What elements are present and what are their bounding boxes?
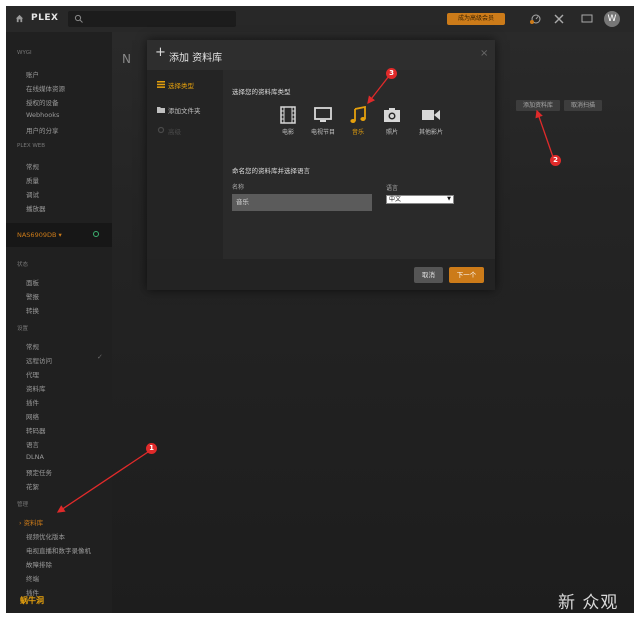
top-bar: PLEX 成为高级会员 W — [6, 6, 634, 32]
sidebar-section-title: PLEX WEB — [17, 143, 46, 149]
add-library-dialog: + 添加 资料库 × 选择类型 添加文件夹 高级 选择您的资料库类型 电影 电视… — [147, 40, 495, 290]
settings-sidebar: WYGI 账户 在线媒体资源 授权的设备 Webhooks 用户的分享 PLEX… — [6, 32, 112, 613]
dialog-body: 选择您的资料库类型 电影 电视节目 音乐 照片 其他影片 命名您的资料库并选择语… — [223, 70, 495, 259]
sidebar-item[interactable]: 终端 — [26, 573, 39, 583]
camera-icon — [384, 108, 400, 122]
server-selector[interactable]: NAS6909DB ▾ — [6, 223, 112, 247]
sidebar-item[interactable]: 网络 — [26, 411, 39, 421]
sidebar-item[interactable]: 转码器 — [26, 425, 46, 435]
type-label: 电影 — [281, 129, 294, 136]
tv-icon — [314, 107, 332, 122]
type-section-title: 选择您的资料库类型 — [232, 88, 291, 96]
check-icon: ✓ — [97, 353, 103, 361]
dialog-steps: 选择类型 添加文件夹 高级 — [147, 70, 223, 259]
sidebar-item[interactable]: 视频优化版本 — [26, 531, 65, 541]
sidebar-item[interactable]: 播放器 — [26, 203, 46, 213]
sidebar-item[interactable]: Webhooks — [26, 111, 59, 119]
step-label: 选择类型 — [168, 82, 194, 90]
library-name-input[interactable]: 音乐 — [232, 194, 372, 211]
annotation-badge: 2 — [550, 155, 561, 166]
sidebar-item[interactable]: 授权的设备 — [26, 97, 59, 107]
sidebar-item[interactable]: DLNA — [26, 453, 44, 461]
sidebar-item[interactable]: 账户 — [26, 69, 39, 79]
cast-icon[interactable] — [580, 12, 594, 26]
sidebar-item[interactable]: 资料库 — [26, 383, 46, 393]
sidebar-item[interactable]: 常规 — [26, 161, 39, 171]
language-select[interactable]: 中文 ▼ — [386, 195, 454, 204]
activity-icon[interactable] — [528, 12, 542, 26]
step-label: 高级 — [168, 128, 181, 136]
folder-icon — [157, 107, 165, 113]
music-icon — [350, 106, 366, 123]
add-library-button[interactable]: 添加资料库 — [516, 100, 560, 111]
language-label: 语言 — [386, 185, 399, 192]
cancel-button[interactable]: 取消 — [414, 267, 443, 283]
name-label: 名称 — [232, 184, 245, 191]
premium-button[interactable]: 成为高级会员 — [447, 13, 505, 25]
dialog-title: 添加 资料库 — [169, 53, 223, 64]
server-status-icon — [93, 231, 99, 237]
sidebar-item[interactable]: 转换 — [26, 305, 39, 315]
name-section-title: 命名您的资料库并选择语言 — [232, 167, 310, 175]
page-title: N — [122, 52, 131, 66]
sidebar-section-title: 管理 — [17, 502, 29, 508]
home-icon[interactable] — [15, 14, 24, 23]
step-advanced: 高级 — [157, 126, 181, 136]
sidebar-item[interactable]: 预定任务 — [26, 467, 52, 477]
annotation-badge: 1 — [146, 443, 157, 454]
film-icon — [280, 106, 296, 124]
type-label: 其他影片 — [418, 129, 443, 136]
step-label: 添加文件夹 — [168, 107, 201, 115]
stack-icon — [157, 81, 165, 88]
type-movies[interactable]: 电影 — [268, 106, 308, 136]
sidebar-item[interactable]: 用户的分享 — [26, 125, 59, 135]
plex-window: PLEX 成为高级会员 W WYGI 账户 在线媒体资源 授权的设备 Webho… — [6, 6, 634, 613]
sidebar-item-library[interactable]: › 资料库 — [19, 517, 43, 527]
sidebar-item[interactable]: 花絮 — [26, 481, 39, 491]
sidebar-item[interactable]: 调试 — [26, 189, 39, 199]
next-button[interactable]: 下一个 — [449, 267, 484, 283]
sidebar-section-title: 状态 — [17, 262, 29, 268]
chevron-down-icon: ▼ — [447, 196, 451, 202]
language-value: 中文 — [389, 196, 402, 203]
step-add-folder[interactable]: 添加文件夹 — [157, 105, 201, 115]
annotation-badge: 3 — [386, 68, 397, 79]
server-name: NAS6909DB ▾ — [17, 231, 62, 239]
plex-logo[interactable]: PLEX — [31, 13, 58, 23]
sidebar-item[interactable]: 警报 — [26, 291, 39, 301]
sidebar-item[interactable]: 语言 — [26, 439, 39, 449]
search-bar[interactable] — [68, 11, 236, 27]
sidebar-item[interactable]: 在线媒体资源 — [26, 83, 65, 93]
sidebar-item[interactable]: 远程访问 — [26, 355, 52, 365]
sidebar-section-title: WYGI — [17, 50, 32, 56]
video-camera-icon — [422, 110, 440, 120]
sidebar-item[interactable]: 质量 — [26, 175, 39, 185]
type-tv-shows[interactable]: 电视节目 — [303, 106, 343, 136]
avatar[interactable]: W — [604, 11, 620, 27]
cancel-scan-button[interactable]: 取消扫描 — [564, 100, 602, 111]
plus-icon: + — [155, 45, 166, 60]
step-select-type[interactable]: 选择类型 — [157, 80, 194, 90]
search-icon — [74, 14, 83, 23]
sidebar-item[interactable]: 代理 — [26, 369, 39, 379]
sidebar-item[interactable]: 插件 — [26, 397, 39, 407]
watermark-logo: 蜗牛洞 — [20, 596, 44, 605]
sidebar-item[interactable]: 故障排除 — [26, 559, 52, 569]
dialog-header: + 添加 资料库 × — [147, 40, 495, 70]
sidebar-item[interactable]: 电视直播和数字录像机 — [26, 545, 91, 555]
watermark-text: 新 众观 — [558, 593, 619, 613]
settings-icon[interactable] — [552, 12, 566, 26]
type-label: 电视节目 — [310, 129, 335, 136]
sidebar-section-title: 设置 — [17, 326, 29, 332]
dialog-footer: 取消 下一个 — [147, 259, 495, 290]
sidebar-item[interactable]: 常规 — [26, 341, 39, 351]
gear-icon — [157, 126, 165, 134]
sidebar-item[interactable]: 面板 — [26, 277, 39, 287]
close-icon[interactable]: × — [480, 48, 488, 59]
type-label: 照片 — [385, 129, 398, 136]
type-photos[interactable]: 照片 — [372, 106, 412, 136]
type-other-videos[interactable]: 其他影片 — [407, 106, 455, 136]
